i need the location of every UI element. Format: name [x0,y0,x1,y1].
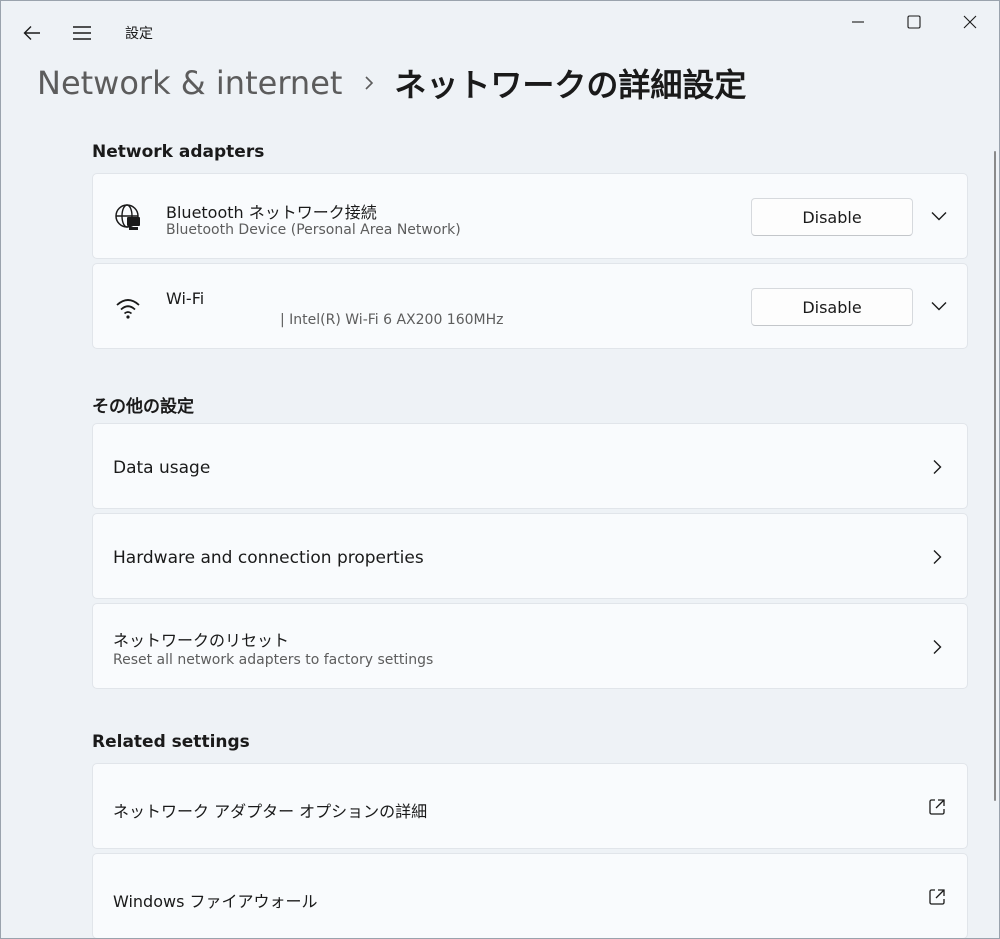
adapter-name: Wi-Fi [166,289,205,308]
item-title: ネットワーク アダプター オプションの詳細 [113,802,428,821]
disable-wifi-button[interactable]: Disable [751,288,913,326]
chevron-down-icon [931,212,947,221]
data-usage-item[interactable]: Data usage [92,423,968,509]
more-settings-heading: その他の設定 [92,397,194,417]
adapter-card-bluetooth[interactable]: Bluetooth ネットワーク接続 Bluetooth Device (Per… [92,173,968,259]
adapter-name: Bluetooth ネットワーク接続 [166,203,377,222]
page-title: ネットワークの詳細設定 [394,66,747,104]
scrollbar[interactable] [994,151,996,801]
adapter-options-link[interactable]: ネットワーク アダプター オプションの詳細 [92,763,968,849]
windows-firewall-link[interactable]: Windows ファイアウォール [92,853,968,938]
adapter-card-wifi[interactable]: Wi-Fi | Intel(R) Wi-Fi 6 AX200 160MHz Di… [92,263,968,349]
wifi-icon [113,292,143,322]
navigation-menu-button[interactable] [65,17,99,49]
open-external-icon [925,795,949,819]
network-reset-item[interactable]: ネットワークのリセット Reset all network adapters t… [92,603,968,689]
minimize-icon [852,21,864,23]
item-description: Reset all network adapters to factory se… [113,652,434,668]
close-icon [963,15,977,29]
settings-window: 設定 Network & internet ネットワークの詳細設定 Networ… [0,0,1000,939]
breadcrumb-chevron-icon [364,75,374,91]
expand-bluetooth-button[interactable] [919,196,959,236]
item-title: ネットワークのリセット [113,631,290,650]
title-bar: 設定 [1,1,999,59]
item-title: Data usage [113,458,211,478]
adapter-description: Bluetooth Device (Personal Area Network) [166,222,461,238]
app-title: 設定 [125,26,153,42]
item-title: Windows ファイアウォール [113,892,318,911]
breadcrumb-parent-link[interactable]: Network & internet [37,64,342,102]
chevron-right-icon [925,455,949,479]
back-button[interactable] [15,17,49,49]
globe-network-icon [113,202,143,232]
chevron-right-icon [925,545,949,569]
expand-wifi-button[interactable] [919,286,959,326]
adapter-description: | Intel(R) Wi-Fi 6 AX200 160MHz [280,312,504,328]
chevron-down-icon [931,302,947,311]
maximize-button[interactable] [887,5,941,39]
disable-bluetooth-button[interactable]: Disable [751,198,913,236]
back-arrow-icon [23,26,40,40]
minimize-button[interactable] [831,5,885,39]
maximize-icon [907,15,921,29]
related-settings-heading: Related settings [92,732,250,752]
network-adapters-heading: Network adapters [92,142,265,162]
breadcrumb: Network & internet ネットワークの詳細設定 [37,59,746,107]
hamburger-menu-icon [73,26,91,40]
item-title: Hardware and connection properties [113,548,424,568]
close-button[interactable] [943,5,997,39]
open-external-icon [925,885,949,909]
hardware-properties-item[interactable]: Hardware and connection properties [92,513,968,599]
chevron-right-icon [925,635,949,659]
